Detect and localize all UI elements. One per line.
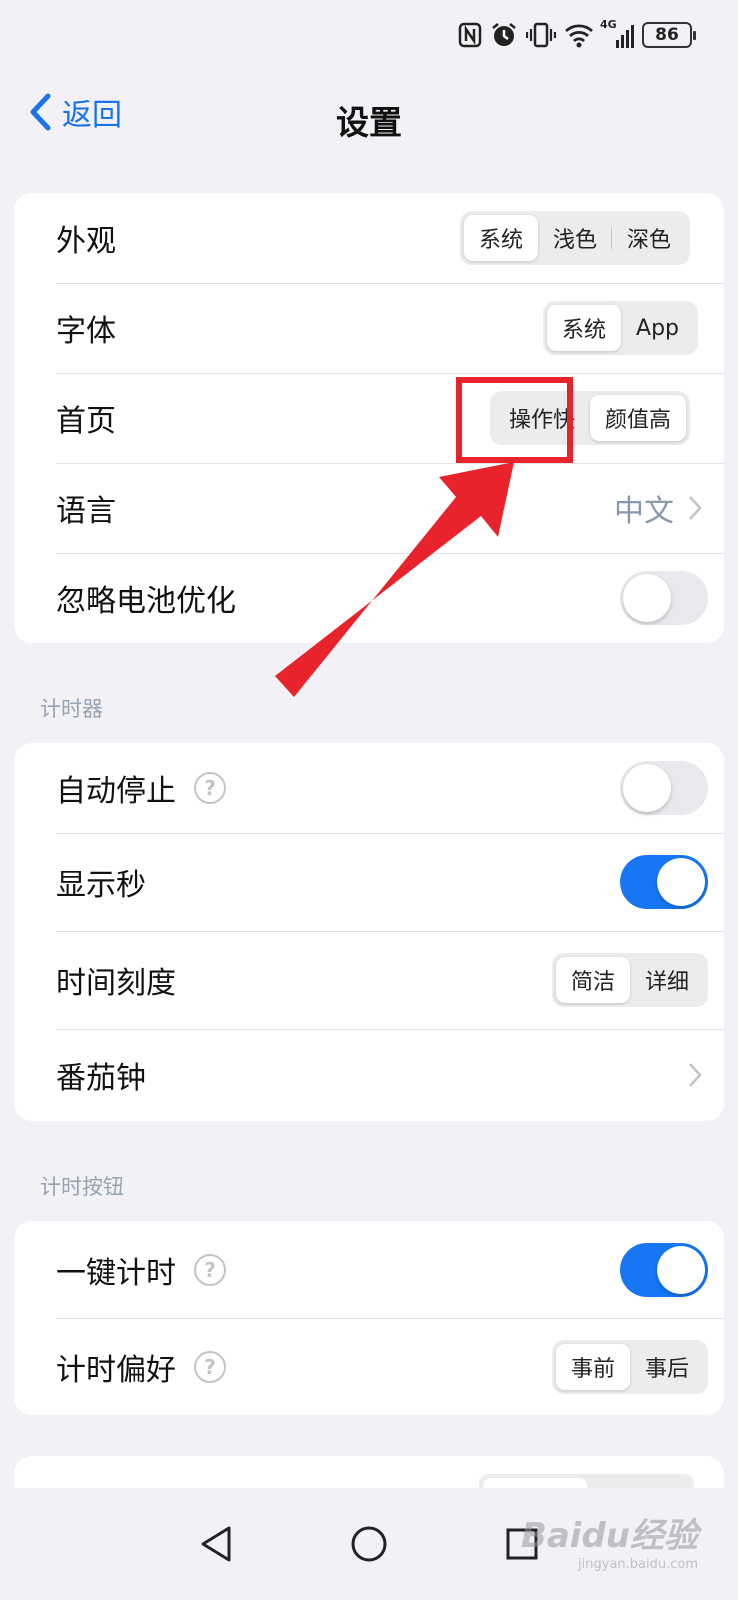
nav-back-button[interactable] xyxy=(199,1525,233,1563)
wifi-icon xyxy=(565,24,593,48)
pomodoro-row[interactable]: 番茄钟 xyxy=(14,1029,724,1121)
font-segmented: 系统 App xyxy=(543,301,698,355)
preference-segmented: 事前 事后 xyxy=(551,1339,708,1394)
pomodoro-label: 番茄钟 xyxy=(56,1061,146,1096)
battery-level: 86 xyxy=(655,25,679,45)
ignore-battery-toggle[interactable] xyxy=(620,571,708,625)
annotation-highlight-box xyxy=(456,377,573,463)
triangle-back-icon xyxy=(201,1526,231,1562)
appearance-label: 外观 xyxy=(56,224,116,259)
battery-indicator: 86 xyxy=(642,22,696,48)
time-scale-label: 时间刻度 xyxy=(56,966,176,1001)
ignore-battery-row: 忽略电池优化 xyxy=(14,553,724,643)
alarm-icon xyxy=(492,23,516,46)
one-tap-label: 一键计时 xyxy=(56,1255,176,1291)
network-type-label: 4G xyxy=(600,18,617,31)
home-label: 首页 xyxy=(56,404,116,439)
time-scale-row: 时间刻度 简洁 详细 xyxy=(14,931,724,1029)
help-icon[interactable]: ? xyxy=(194,1253,226,1286)
appearance-segmented: 系统 浅色 深色 xyxy=(459,211,690,265)
home-row: 首页 操作快 颜值高 xyxy=(14,373,724,463)
vibrate-icon xyxy=(526,22,556,48)
help-icon[interactable]: ? xyxy=(194,1350,226,1383)
general-settings-card: 外观 系统 浅色 深色 字体 系统 App 首页 操作快 颜值高 语言 中文 忽… xyxy=(14,193,724,643)
preference-option-before[interactable]: 事前 xyxy=(555,1343,630,1390)
watermark: Baidu经验 jingyan.baidu.com xyxy=(521,1508,698,1572)
help-icon[interactable]: ? xyxy=(194,772,226,804)
status-bar: 4G 86 xyxy=(458,18,696,52)
home-option-pretty[interactable]: 颜值高 xyxy=(589,395,686,441)
time-scale-segmented: 简洁 详细 xyxy=(551,953,708,1007)
show-seconds-row: 显示秒 xyxy=(14,833,724,931)
timer-button-section-header: 计时按钮 xyxy=(40,1175,124,1199)
language-label: 语言 xyxy=(56,494,116,529)
preference-row: 计时偏好 ? 事前 事后 xyxy=(14,1318,724,1415)
watermark-text: Baidu经验 xyxy=(520,1516,698,1556)
toggle-knob xyxy=(657,1245,705,1294)
page-title: 设置 xyxy=(336,103,402,142)
one-tap-row: 一键计时 ? xyxy=(14,1221,724,1318)
appearance-option-dark[interactable]: 深色 xyxy=(610,215,686,261)
nav-bar: 返回 设置 xyxy=(0,80,738,150)
preference-option-after[interactable]: 事后 xyxy=(630,1344,704,1390)
toggle-knob xyxy=(623,574,671,622)
timer-button-settings-card: 一键计时 ? 计时偏好 ? 事前 事后 xyxy=(14,1221,724,1415)
auto-stop-row: 自动停止 ? xyxy=(14,743,724,833)
nfc-icon xyxy=(458,22,482,48)
time-scale-option-simple[interactable]: 简洁 xyxy=(555,957,630,1003)
font-option-system[interactable]: 系统 xyxy=(547,305,622,351)
timer-section-header: 计时器 xyxy=(40,697,103,721)
chevron-right-icon xyxy=(689,1063,702,1087)
font-label: 字体 xyxy=(56,314,116,349)
show-seconds-toggle[interactable] xyxy=(620,855,708,909)
one-tap-toggle[interactable] xyxy=(620,1242,708,1297)
auto-stop-toggle[interactable] xyxy=(620,761,708,815)
toggle-knob xyxy=(657,858,705,906)
appearance-option-system[interactable]: 系统 xyxy=(463,215,538,261)
signal-4g-icon: 4G xyxy=(600,18,634,48)
toggle-knob xyxy=(623,764,671,812)
language-value: 中文 xyxy=(614,494,674,529)
circle-home-icon xyxy=(351,1526,387,1562)
show-seconds-label: 显示秒 xyxy=(56,868,146,903)
language-value-link[interactable]: 中文 xyxy=(614,486,702,530)
watermark-subtext: jingyan.baidu.com xyxy=(578,1557,698,1572)
appearance-row: 外观 系统 浅色 深色 xyxy=(14,193,724,283)
timer-settings-card: 自动停止 ? 显示秒 时间刻度 简洁 详细 番茄钟 xyxy=(14,743,724,1121)
chevron-right-icon xyxy=(689,496,702,520)
ignore-battery-label: 忽略电池优化 xyxy=(56,584,236,619)
font-option-app[interactable]: App xyxy=(621,305,694,351)
preference-label: 计时偏好 xyxy=(56,1352,176,1388)
time-scale-option-detailed[interactable]: 详细 xyxy=(630,957,704,1003)
appearance-option-light[interactable]: 浅色 xyxy=(538,215,612,261)
language-row[interactable]: 语言 中文 xyxy=(14,463,724,553)
font-row: 字体 系统 App xyxy=(14,283,724,373)
auto-stop-label: 自动停止 xyxy=(56,774,176,809)
nav-home-button[interactable] xyxy=(350,1525,388,1563)
